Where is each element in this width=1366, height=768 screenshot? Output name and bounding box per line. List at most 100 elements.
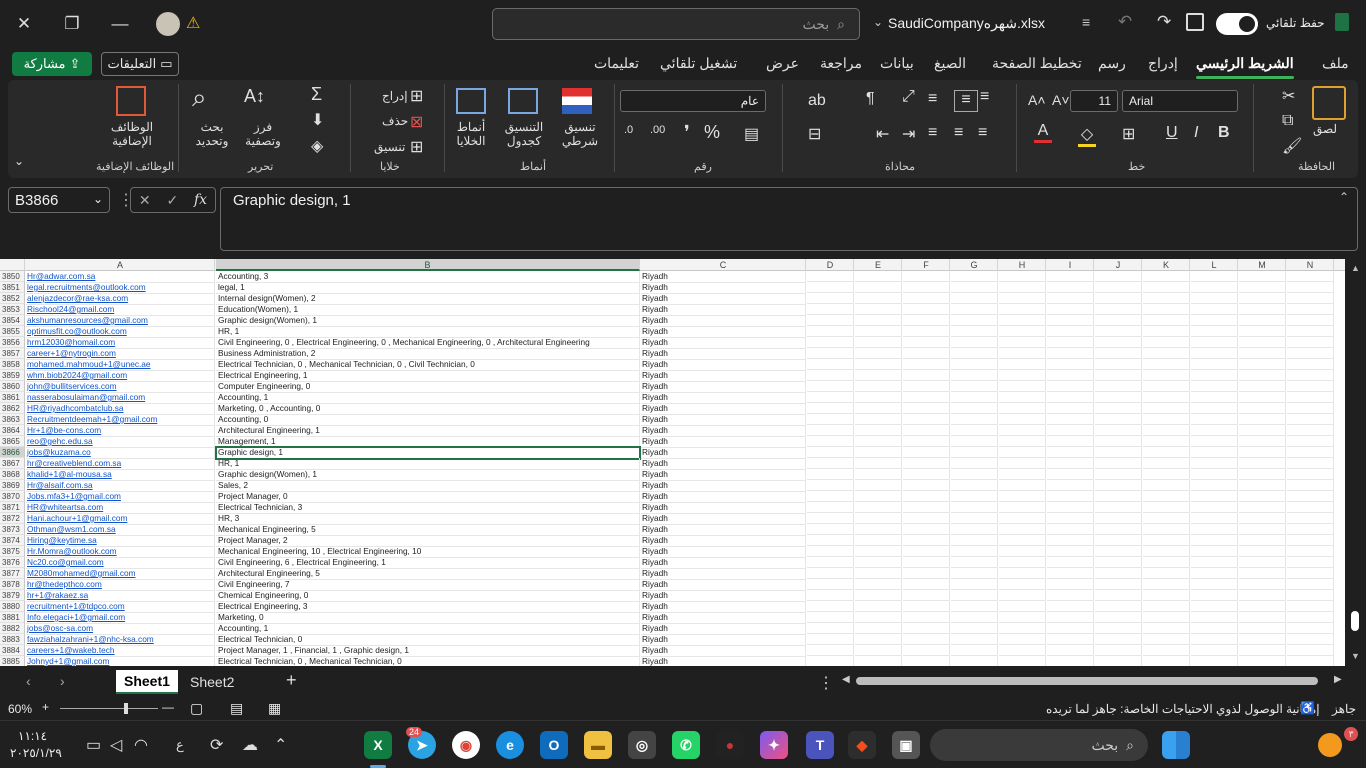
- empty-cell[interactable]: [903, 326, 950, 337]
- empty-cell[interactable]: [855, 392, 902, 403]
- empty-cell[interactable]: [807, 634, 854, 645]
- empty-cell[interactable]: [1143, 612, 1190, 623]
- cell-specialty[interactable]: Electrical Technician, 0 , Mechanical Te…: [216, 656, 640, 666]
- row-number[interactable]: 3851: [0, 282, 25, 293]
- empty-cell[interactable]: [1191, 282, 1238, 293]
- empty-cell[interactable]: [1143, 535, 1190, 546]
- empty-cell[interactable]: [1287, 645, 1334, 656]
- volume-icon[interactable]: ◁: [110, 735, 122, 755]
- empty-cell[interactable]: [903, 634, 950, 645]
- empty-cell[interactable]: [855, 425, 902, 436]
- empty-cell[interactable]: [903, 623, 950, 634]
- empty-cell[interactable]: [903, 601, 950, 612]
- empty-cell[interactable]: [999, 579, 1046, 590]
- input-language[interactable]: ع: [176, 737, 184, 753]
- cancel-icon[interactable]: ✕: [139, 192, 151, 209]
- empty-cell[interactable]: [1095, 282, 1142, 293]
- empty-cell[interactable]: [903, 458, 950, 469]
- empty-cell[interactable]: [951, 458, 998, 469]
- empty-cell[interactable]: [903, 381, 950, 392]
- empty-cell[interactable]: [807, 392, 854, 403]
- empty-cell[interactable]: [1287, 425, 1334, 436]
- row-number[interactable]: 3879: [0, 590, 25, 601]
- row-number[interactable]: 3869: [0, 480, 25, 491]
- empty-cell[interactable]: [1143, 403, 1190, 414]
- empty-cell[interactable]: [1191, 447, 1238, 458]
- row-number[interactable]: 3878: [0, 579, 25, 590]
- empty-cell[interactable]: [1047, 326, 1094, 337]
- empty-cell[interactable]: [1239, 271, 1286, 282]
- row-number[interactable]: 3871: [0, 502, 25, 513]
- empty-cell[interactable]: [903, 359, 950, 370]
- row-number[interactable]: 3859: [0, 370, 25, 381]
- empty-cell[interactable]: [1287, 337, 1334, 348]
- empty-cell[interactable]: [999, 381, 1046, 392]
- empty-cell[interactable]: [1239, 491, 1286, 502]
- empty-cell[interactable]: [1095, 579, 1142, 590]
- empty-cell[interactable]: [1143, 491, 1190, 502]
- column-header-c[interactable]: C: [641, 259, 806, 271]
- empty-cell[interactable]: [1047, 315, 1094, 326]
- empty-cell[interactable]: [951, 293, 998, 304]
- align-top-icon[interactable]: ≡: [980, 88, 989, 106]
- empty-cell[interactable]: [903, 645, 950, 656]
- empty-cell[interactable]: [1287, 458, 1334, 469]
- empty-cell[interactable]: [1143, 513, 1190, 524]
- empty-cell[interactable]: [1095, 491, 1142, 502]
- scroll-up-icon[interactable]: ▲: [1351, 263, 1360, 273]
- row-number[interactable]: 3882: [0, 623, 25, 634]
- empty-cell[interactable]: [1191, 414, 1238, 425]
- empty-cell[interactable]: [855, 502, 902, 513]
- empty-cell[interactable]: [1047, 392, 1094, 403]
- empty-cell[interactable]: [807, 502, 854, 513]
- next-sheet-icon[interactable]: ›: [60, 673, 65, 689]
- empty-cell[interactable]: [1287, 557, 1334, 568]
- empty-cell[interactable]: [1047, 293, 1094, 304]
- sync-icon[interactable]: ⟳: [210, 735, 223, 755]
- empty-cell[interactable]: [903, 513, 950, 524]
- empty-cell[interactable]: [855, 304, 902, 315]
- row-number[interactable]: 3853: [0, 304, 25, 315]
- empty-cell[interactable]: [807, 491, 854, 502]
- empty-cell[interactable]: [1239, 612, 1286, 623]
- zoom-in-icon[interactable]: +: [42, 700, 49, 714]
- empty-cell[interactable]: [951, 601, 998, 612]
- empty-cell[interactable]: [999, 568, 1046, 579]
- empty-cell[interactable]: [1047, 557, 1094, 568]
- empty-cell[interactable]: [1143, 447, 1190, 458]
- row-number[interactable]: 3875: [0, 546, 25, 557]
- row-number[interactable]: 3850: [0, 271, 25, 282]
- page-layout-view-icon[interactable]: ▤: [230, 700, 243, 717]
- find-select-label[interactable]: بحث وتحديد: [188, 120, 236, 148]
- row-number[interactable]: 3864: [0, 425, 25, 436]
- empty-cell[interactable]: [1287, 590, 1334, 601]
- zoom-slider[interactable]: [60, 708, 158, 709]
- tab-file[interactable]: ملف: [1322, 55, 1349, 72]
- empty-cell[interactable]: [999, 469, 1046, 480]
- empty-cell[interactable]: [999, 436, 1046, 447]
- empty-cell[interactable]: [1047, 480, 1094, 491]
- file-explorer-icon[interactable]: ▬: [584, 731, 612, 759]
- select-all-corner[interactable]: [0, 259, 25, 271]
- empty-cell[interactable]: [1095, 524, 1142, 535]
- empty-cell[interactable]: [1239, 293, 1286, 304]
- empty-cell[interactable]: [1239, 590, 1286, 601]
- empty-cell[interactable]: [999, 337, 1046, 348]
- clock-date[interactable]: ٢٠٢٥/١/٢٩: [10, 746, 62, 760]
- tab-home[interactable]: الشريط الرئيسي: [1196, 55, 1294, 79]
- empty-cell[interactable]: [1287, 634, 1334, 645]
- hscroll-right-icon[interactable]: ▶: [1334, 674, 1342, 685]
- empty-cell[interactable]: [1047, 524, 1094, 535]
- insert-cells-icon[interactable]: ⊞: [410, 86, 423, 106]
- empty-cell[interactable]: [1047, 623, 1094, 634]
- empty-cell[interactable]: [903, 337, 950, 348]
- empty-cell[interactable]: [1287, 469, 1334, 480]
- empty-cell[interactable]: [951, 612, 998, 623]
- empty-cell[interactable]: [1143, 370, 1190, 381]
- empty-cell[interactable]: [951, 436, 998, 447]
- empty-cell[interactable]: [951, 304, 998, 315]
- tab-formulas[interactable]: الصيغ: [934, 55, 966, 72]
- empty-cell[interactable]: [1047, 381, 1094, 392]
- empty-cell[interactable]: [1191, 579, 1238, 590]
- empty-cell[interactable]: [1191, 524, 1238, 535]
